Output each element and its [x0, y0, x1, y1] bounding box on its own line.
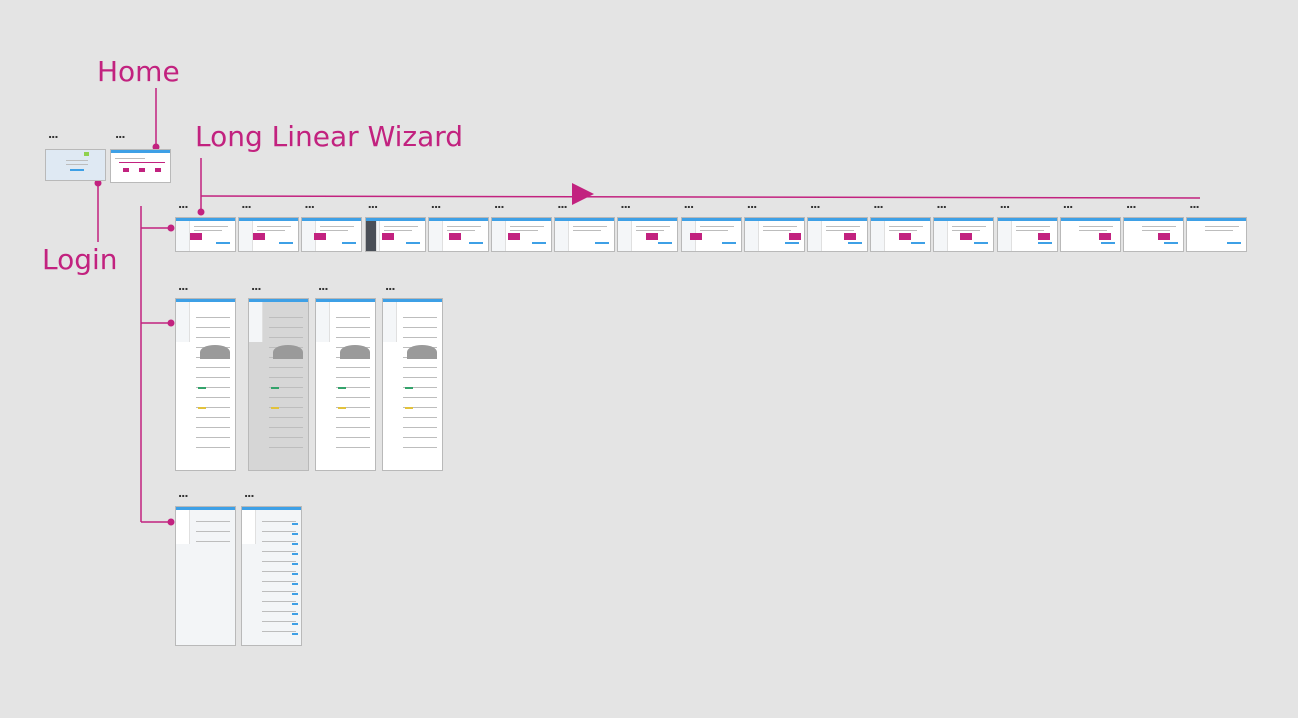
detail-screen-thumbnail[interactable] — [248, 298, 309, 471]
wizard-screen-thumbnail[interactable] — [933, 217, 995, 252]
wizard-screen-thumbnail[interactable] — [175, 217, 236, 252]
wizard-screen-thumbnail[interactable] — [554, 217, 616, 252]
screen-menu-icon[interactable]: ... — [368, 199, 379, 210]
screen-menu-icon[interactable]: ... — [241, 199, 252, 210]
home-screen-thumbnail[interactable] — [110, 149, 171, 183]
wizard-screen-thumbnail[interactable] — [491, 217, 552, 252]
wizard-screen-thumbnail[interactable] — [870, 217, 932, 252]
screen-menu-icon[interactable]: ... — [178, 488, 189, 499]
wizard-label: Long Linear Wizard — [195, 120, 464, 153]
screen-menu-icon[interactable]: ... — [557, 199, 568, 210]
screen-menu-icon[interactable]: ... — [431, 199, 442, 210]
wizard-screen-thumbnail[interactable] — [364, 217, 426, 252]
screen-menu-icon[interactable]: ... — [1000, 199, 1011, 210]
screen-menu-icon[interactable]: ... — [810, 199, 821, 210]
screen-menu-icon[interactable]: ... — [873, 199, 884, 210]
wizard-screen-thumbnail[interactable] — [1123, 217, 1184, 252]
list-screen-thumbnail[interactable] — [175, 506, 236, 646]
screen-menu-icon[interactable]: ... — [1063, 199, 1074, 210]
wizard-screen-thumbnail[interactable] — [680, 217, 742, 252]
login-screen-thumbnail[interactable] — [45, 149, 106, 181]
screen-menu-icon[interactable]: ... — [936, 199, 947, 210]
screen-menu-icon[interactable]: ... — [684, 199, 695, 210]
wizard-screen-thumbnail[interactable] — [996, 217, 1058, 252]
screen-menu-icon[interactable]: ... — [178, 199, 189, 210]
screen-menu-icon[interactable]: ... — [620, 199, 631, 210]
screen-menu-icon[interactable]: ... — [1189, 199, 1200, 210]
wizard-screen-thumbnail[interactable] — [617, 217, 679, 252]
wizard-screen-thumbnail[interactable] — [807, 217, 868, 252]
wizard-screen-thumbnail[interactable] — [1059, 217, 1121, 252]
screen-menu-icon[interactable]: ... — [385, 281, 396, 292]
wizard-screen-thumbnail[interactable] — [743, 217, 805, 252]
screen-menu-icon[interactable]: ... — [115, 129, 126, 140]
screen-menu-icon[interactable]: ... — [251, 281, 262, 292]
wizard-screen-thumbnail[interactable] — [1186, 217, 1248, 252]
wizard-screen-thumbnail[interactable] — [301, 217, 363, 252]
screen-menu-icon[interactable]: ... — [747, 199, 758, 210]
screen-menu-icon[interactable]: ... — [494, 199, 505, 210]
screen-menu-icon[interactable]: ... — [1126, 199, 1137, 210]
screen-menu-icon[interactable]: ... — [178, 281, 189, 292]
screen-menu-icon[interactable]: ... — [48, 129, 59, 140]
login-label: Login — [42, 243, 118, 276]
detail-screen-thumbnail[interactable] — [382, 298, 443, 471]
screen-menu-icon[interactable]: ... — [244, 488, 255, 499]
list-screen-thumbnail[interactable] — [241, 506, 302, 646]
screen-menu-icon[interactable]: ... — [318, 281, 329, 292]
wizard-screen-thumbnail[interactable] — [427, 217, 489, 252]
detail-screen-thumbnail[interactable] — [175, 298, 236, 471]
screen-menu-icon[interactable]: ... — [304, 199, 315, 210]
home-label: Home — [97, 55, 180, 88]
wizard-screen-thumbnail[interactable] — [238, 217, 300, 252]
detail-screen-thumbnail[interactable] — [315, 298, 376, 471]
